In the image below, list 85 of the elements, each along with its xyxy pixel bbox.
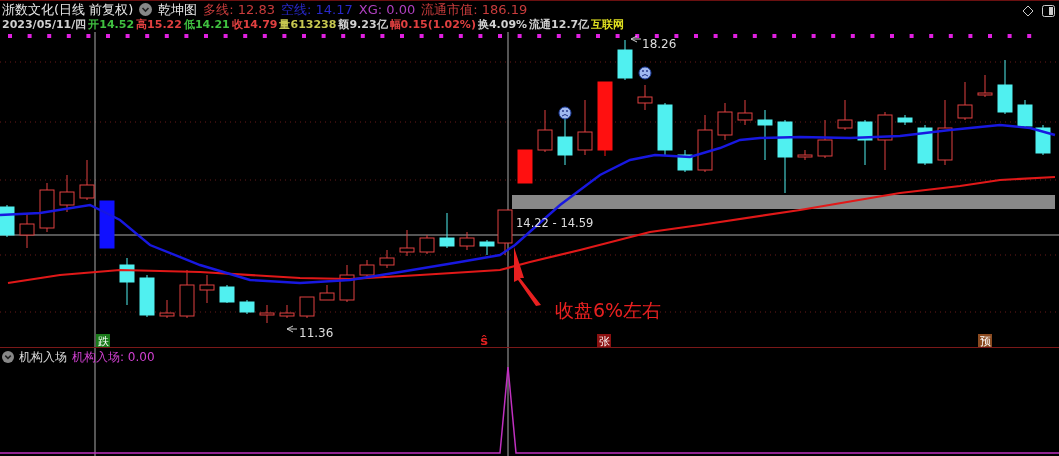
candlestick: [39, 182, 55, 233]
candlestick: [537, 109, 553, 153]
dropdown-icon[interactable]: [2, 351, 14, 363]
quote-value: 流通12.7亿: [529, 16, 590, 32]
quote-value: 额9.23亿: [338, 16, 388, 32]
indicator-name: 机构入场: [19, 348, 67, 366]
candlestick: [897, 114, 913, 126]
candlestick: [637, 84, 653, 111]
arrow-icon: [630, 35, 642, 43]
signal-marker: 张: [597, 334, 611, 347]
candlestick: [677, 149, 693, 173]
candlestick: [119, 257, 135, 306]
candlestick: [917, 124, 933, 166]
candlestick: [797, 149, 813, 161]
candlestick: [319, 284, 335, 301]
candlestick: [977, 74, 993, 98]
candlestick: [957, 81, 973, 121]
quote-value: 收14.79: [231, 16, 278, 32]
signal-marker: ŝ: [480, 333, 488, 347]
candlestick: [59, 174, 75, 213]
candlestick: [159, 299, 175, 319]
candlestick: [219, 284, 235, 304]
indicator-name: 乾坤图: [158, 1, 198, 17]
candlestick: [239, 299, 255, 315]
candlestick: [279, 304, 295, 319]
candlestick: [697, 114, 713, 173]
candlestick: [299, 296, 315, 319]
candlestick: [1017, 99, 1033, 129]
candlestick: [479, 239, 495, 256]
candlestick: [19, 212, 35, 249]
candlestick: [379, 249, 395, 269]
candlestick: [199, 274, 215, 304]
annotation-arrow: [514, 247, 541, 306]
quote-value: 开14.52: [88, 16, 135, 32]
stock-title: 浙数文化(日线 前复权): [2, 1, 134, 17]
candlestick: [179, 269, 195, 319]
arrow-icon: [286, 325, 298, 333]
candlestick: [497, 209, 513, 256]
candlestick: [79, 159, 95, 201]
candlestick: [359, 259, 375, 278]
candlestick: [877, 111, 893, 171]
candlestick: [419, 234, 435, 255]
candlestick: [1035, 124, 1051, 156]
candlestick: [937, 99, 953, 166]
panel-toggle-icon[interactable]: [1042, 5, 1055, 17]
dropdown-icon[interactable]: [139, 2, 153, 16]
candlestick: [757, 109, 773, 161]
candlestick: [837, 99, 853, 131]
candlestick: [737, 99, 753, 126]
signal-marker: 预: [978, 334, 992, 347]
quote-value: 幅0.15(1.02%): [389, 16, 476, 32]
frown-icon: [558, 106, 572, 120]
signal-marker: 跌: [96, 334, 110, 347]
candlestick: [657, 102, 673, 156]
candlestick: [139, 274, 155, 318]
indicator-value: 机构入场: 0.00: [72, 348, 155, 366]
candlestick: [99, 200, 115, 249]
candlestick: [399, 229, 415, 257]
candlestick: [259, 304, 275, 324]
indicator-value: 多线: 12.83: [203, 1, 275, 17]
candlestick: [0, 204, 15, 238]
quote-value: 低14.21: [183, 16, 230, 32]
high-price-label: 18.26: [642, 37, 677, 51]
low-price-label: 11.36: [299, 326, 334, 340]
candlestick: [459, 231, 475, 251]
candlestick: [717, 102, 733, 141]
quote-value: 互联网: [591, 16, 625, 32]
diamond-icon[interactable]: [1022, 5, 1034, 17]
candlestick: [997, 59, 1013, 115]
candlestick: [817, 119, 833, 159]
candlestick: [577, 99, 593, 156]
quote-value: 换4.09%: [477, 16, 528, 32]
candlestick: [517, 149, 533, 184]
quote-value: 量613238: [279, 16, 337, 32]
candlestick: [339, 264, 355, 303]
indicator-value: 空线: 14.17: [281, 1, 353, 17]
quote-value: 高15.22: [136, 16, 182, 32]
indicator-value: XG: 0.00: [358, 1, 416, 17]
candlestick: [617, 39, 633, 81]
indicator-value: 流通市值: 186.19: [421, 1, 528, 17]
frown-icon: [638, 66, 652, 80]
candlestick: [857, 119, 873, 166]
candlestick: [439, 212, 455, 249]
quote-value: 2023/05/11/四: [2, 16, 87, 32]
annotation-text: 收盘6%左右: [555, 299, 662, 321]
